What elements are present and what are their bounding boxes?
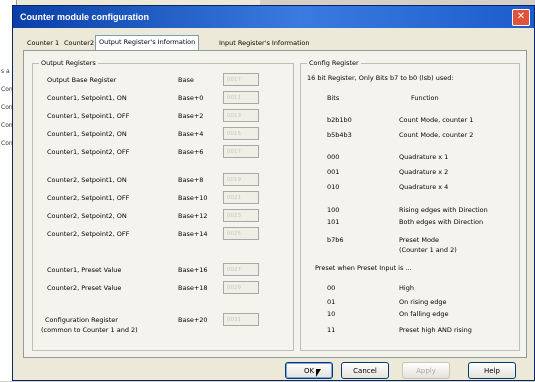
register-value-field: 0021 — [223, 191, 259, 204]
background-strip-text: Con — [1, 140, 13, 147]
output-registers-title: Output Registers — [39, 59, 98, 67]
config-function: Quadrature x 4 — [399, 183, 449, 191]
config-bits: 001 — [327, 168, 340, 176]
register-value-field: 0017 — [223, 73, 259, 86]
preset-function: On falling edge — [399, 310, 449, 318]
register-offset: Base+10 — [178, 194, 208, 202]
register-offset: Base+8 — [178, 176, 204, 184]
register-offset: Base+12 — [178, 212, 208, 220]
register-label: Counter1, Setpoint1, ON — [47, 94, 127, 102]
register-offset: Base+14 — [178, 230, 208, 238]
register-value-field: 0015 — [223, 127, 259, 140]
register-label: Counter2, Preset Value — [47, 284, 122, 292]
config-bits: 101 — [327, 218, 340, 226]
background-strip-text: Con — [1, 122, 13, 129]
dialog-title: Counter module configuration — [20, 12, 149, 22]
register-offset: Base+20 — [178, 316, 208, 324]
config-function: Quadrature x 2 — [399, 168, 449, 176]
config-function: Count Mode, counter 2 — [399, 131, 474, 139]
tab-input-registers[interactable]: Input Register's Information — [215, 36, 314, 51]
close-button[interactable]: ✕ — [512, 9, 530, 26]
register-offset: Base — [178, 76, 194, 84]
mouse-pointer-icon — [316, 369, 321, 377]
counter-config-dialog: Counter module configuration ✕ Counter 1… — [12, 5, 535, 381]
config-function: Both edges with Direction — [399, 218, 484, 226]
register-label: Counter1, Setpoint2, ON — [47, 130, 127, 138]
register-label-note: (common to Counter 1 and 2) — [41, 326, 138, 334]
preset-function: High — [399, 284, 414, 292]
config-description: 16 bit Register, Only Bits b7 to b0 (lsb… — [307, 74, 454, 82]
tab-counter-1[interactable]: Counter 1 — [23, 36, 63, 51]
config-register-title: Config Register — [307, 59, 361, 67]
preset-bits: 00 — [327, 284, 336, 292]
config-function: Rising edges with Direction — [399, 206, 488, 214]
register-label: Counter2, Setpoint2, OFF — [47, 230, 130, 238]
tab-output-registers[interactable]: Output Register's Information — [95, 35, 200, 50]
register-value-field: 0023 — [223, 209, 259, 222]
config-register-group: Config Register 16 bit Register, Only Bi… — [300, 59, 520, 351]
register-value-field: 0011 — [223, 91, 259, 104]
register-label: Counter2, Setpoint1, OFF — [47, 194, 130, 202]
register-label: Output Base Register — [47, 76, 117, 84]
register-offset: Base+2 — [178, 112, 204, 120]
register-offset: Base+16 — [178, 266, 208, 274]
preset-bits: 01 — [327, 298, 336, 306]
register-offset: Base+4 — [178, 130, 204, 138]
bits-column-header: Bits — [327, 94, 340, 102]
config-bits: b2b1b0 — [327, 116, 352, 124]
config-bits: b5b4b3 — [327, 131, 352, 139]
preset-function: Preset high AND rising — [399, 326, 472, 334]
register-value-field: 0017 — [223, 145, 259, 158]
tab-counter-2[interactable]: Counter2 — [60, 36, 98, 51]
preset-function: On rising edge — [399, 298, 447, 306]
config-bits: b7b6 — [327, 236, 344, 244]
background-strip-text: Con — [1, 86, 13, 93]
register-offset: Base+0 — [178, 94, 204, 102]
register-label: Counter2, Setpoint2, ON — [47, 212, 127, 220]
cancel-button[interactable]: Cancel — [341, 362, 389, 379]
preset-bits: 11 — [327, 326, 336, 334]
config-bits: 000 — [327, 153, 340, 161]
config-function: Count Mode, counter 1 — [399, 116, 474, 124]
register-value-field: 0013 — [223, 109, 259, 122]
preset-heading: Preset when Preset Input is ... — [315, 264, 412, 272]
background-strip-text: s a — [1, 68, 10, 75]
register-value-field: 0025 — [223, 227, 259, 240]
preset-bits: 10 — [327, 310, 336, 318]
register-value-field: 0031 — [223, 313, 259, 326]
tab-panel: Output Registers Output Base Register Ba… — [23, 50, 527, 358]
function-column-header: Function — [411, 94, 439, 102]
help-button[interactable]: Help — [468, 362, 516, 379]
register-label: Counter2, Setpoint1, ON — [47, 176, 127, 184]
register-label: Configuration Register — [45, 316, 118, 324]
config-function-note: (Counter 1 and 2) — [399, 246, 457, 254]
register-value-field: 0029 — [223, 281, 259, 294]
register-label: Counter1, Setpoint1, OFF — [47, 112, 130, 120]
register-offset: Base+18 — [178, 284, 208, 292]
config-function: Preset Mode — [399, 236, 440, 244]
register-value-field: 0019 — [223, 173, 259, 186]
close-icon: ✕ — [516, 11, 526, 22]
dialog-footer: OK Cancel Apply Help — [13, 362, 534, 382]
background-strip-text: Con — [1, 104, 13, 111]
apply-button[interactable]: Apply — [402, 362, 450, 379]
register-label: Counter1, Preset Value — [47, 266, 122, 274]
ok-button[interactable]: OK — [285, 362, 333, 379]
dialog-titlebar[interactable]: Counter module configuration — [13, 6, 534, 28]
register-label: Counter1, Setpoint2, OFF — [47, 148, 130, 156]
config-function: Quadrature x 1 — [399, 153, 449, 161]
config-bits: 010 — [327, 183, 340, 191]
register-offset: Base+6 — [178, 148, 204, 156]
register-value-field: 0027 — [223, 263, 259, 276]
config-bits: 100 — [327, 206, 340, 214]
output-registers-group: Output Registers Output Base Register Ba… — [32, 59, 294, 351]
